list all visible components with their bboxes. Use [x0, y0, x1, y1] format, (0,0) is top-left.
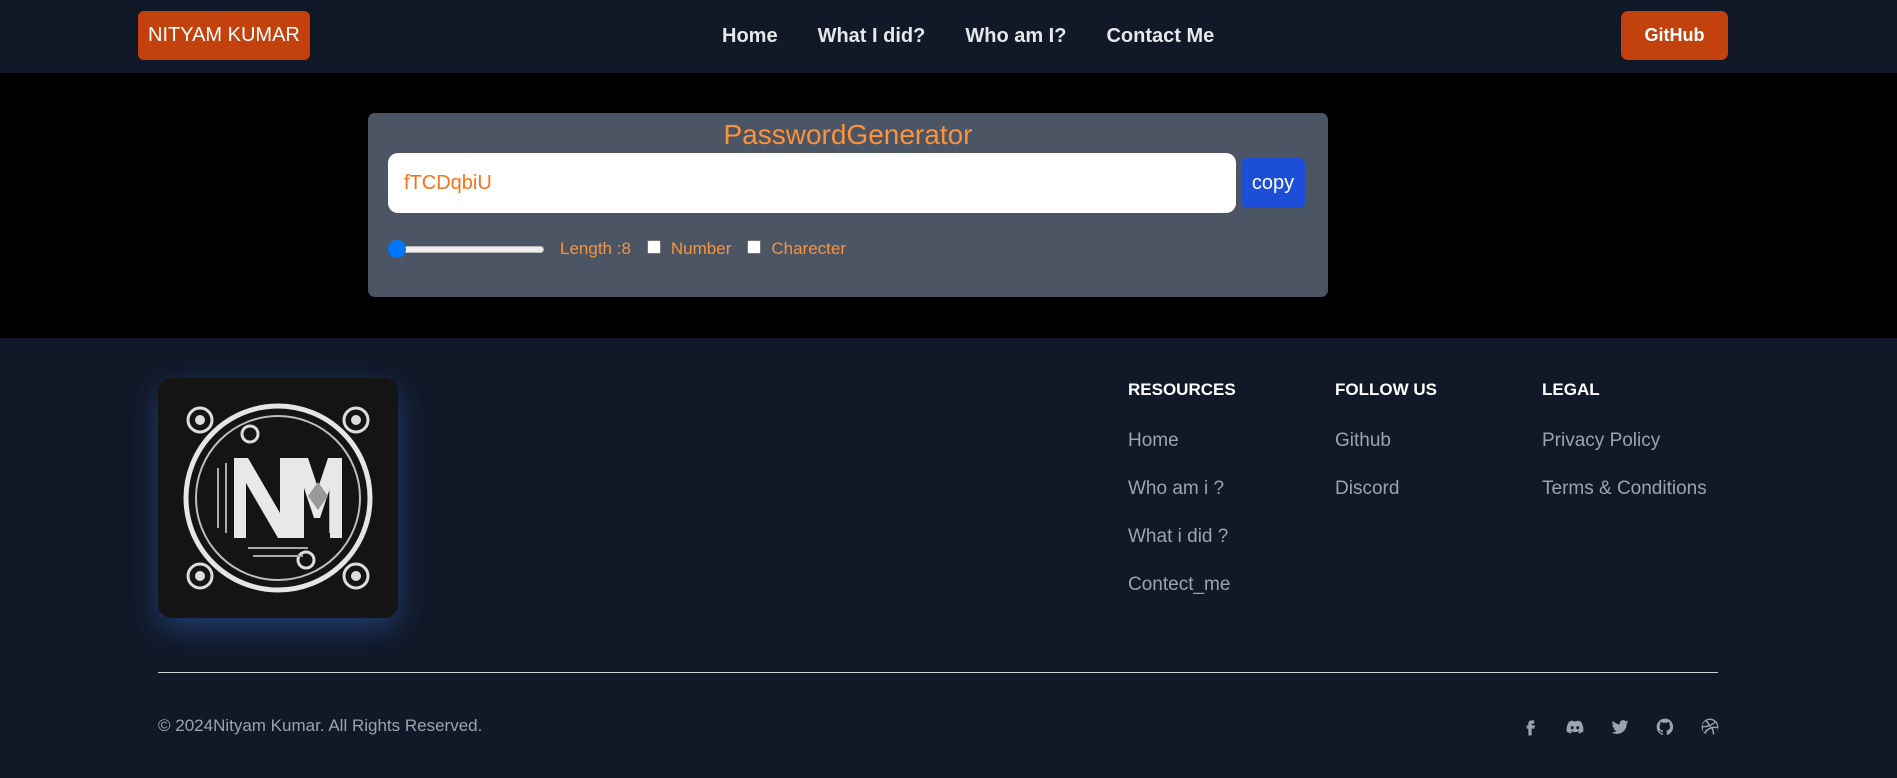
slider-thumb[interactable]	[388, 240, 406, 258]
footer-link-discord[interactable]: Discord	[1335, 478, 1437, 500]
footer-link-github[interactable]: Github	[1335, 430, 1437, 452]
nav-home[interactable]: Home	[722, 25, 778, 48]
discord-icon[interactable]	[1562, 714, 1587, 739]
nav-links: Home What I did? Who am I? Contact Me	[722, 0, 1214, 73]
github-button[interactable]: GitHub	[1621, 11, 1728, 60]
footer: RESOURCES Home Who am i ? What i did ? C…	[0, 338, 1897, 778]
resources-heading: RESOURCES	[1128, 380, 1236, 399]
length-label: Length :8	[560, 239, 631, 258]
number-label: Number	[670, 239, 732, 258]
generator-controls: Length :8 Number Charecter	[388, 237, 852, 261]
password-input[interactable]: fTCDqbiU	[388, 153, 1236, 213]
footer-link-what-i-did[interactable]: What i did ?	[1128, 526, 1236, 548]
footer-link-home[interactable]: Home	[1128, 430, 1236, 452]
character-checkbox[interactable]	[747, 240, 762, 254]
password-generator-card: PasswordGenerator fTCDqbiU copy Length :…	[368, 113, 1328, 297]
nav-contact-me[interactable]: Contact Me	[1106, 25, 1214, 48]
number-checkbox[interactable]	[646, 240, 661, 254]
github-icon[interactable]	[1652, 714, 1677, 739]
follow-us-heading: FOLLOW US	[1335, 380, 1437, 399]
footer-legal: LEGAL Privacy Policy Terms & Conditions	[1542, 380, 1707, 526]
footer-link-contact-me[interactable]: Contect_me	[1128, 574, 1236, 596]
character-label: Charecter	[771, 239, 847, 258]
nm-monogram-icon	[158, 378, 398, 618]
footer-divider	[158, 672, 1718, 673]
navbar: NITYAM KUMAR Home What I did? Who am I? …	[0, 0, 1897, 73]
copyright-text: © 2024Nityam Kumar. All Rights Reserved.	[158, 716, 483, 735]
slider-track	[392, 246, 544, 253]
length-slider[interactable]	[388, 237, 548, 261]
dribbble-icon[interactable]	[1697, 714, 1722, 739]
footer-link-terms-conditions[interactable]: Terms & Conditions	[1542, 478, 1707, 500]
footer-resources: RESOURCES Home Who am i ? What i did ? C…	[1128, 380, 1236, 622]
copy-button[interactable]: copy	[1241, 158, 1305, 208]
footer-link-who-am-i[interactable]: Who am i ?	[1128, 478, 1236, 500]
footer-link-privacy-policy[interactable]: Privacy Policy	[1542, 430, 1707, 452]
social-links	[1517, 714, 1722, 739]
footer-follow-us: FOLLOW US Github Discord	[1335, 380, 1437, 526]
twitter-icon[interactable]	[1607, 714, 1632, 739]
nm-logo	[158, 378, 398, 618]
nav-who-am-i[interactable]: Who am I?	[965, 25, 1066, 48]
main-section: PasswordGenerator fTCDqbiU copy Length :…	[0, 73, 1897, 338]
nav-what-i-did[interactable]: What I did?	[818, 25, 926, 48]
legal-heading: LEGAL	[1542, 380, 1600, 399]
brand-logo[interactable]: NITYAM KUMAR	[138, 11, 310, 60]
generator-title: PasswordGenerator	[723, 119, 973, 150]
facebook-icon[interactable]	[1517, 714, 1542, 739]
